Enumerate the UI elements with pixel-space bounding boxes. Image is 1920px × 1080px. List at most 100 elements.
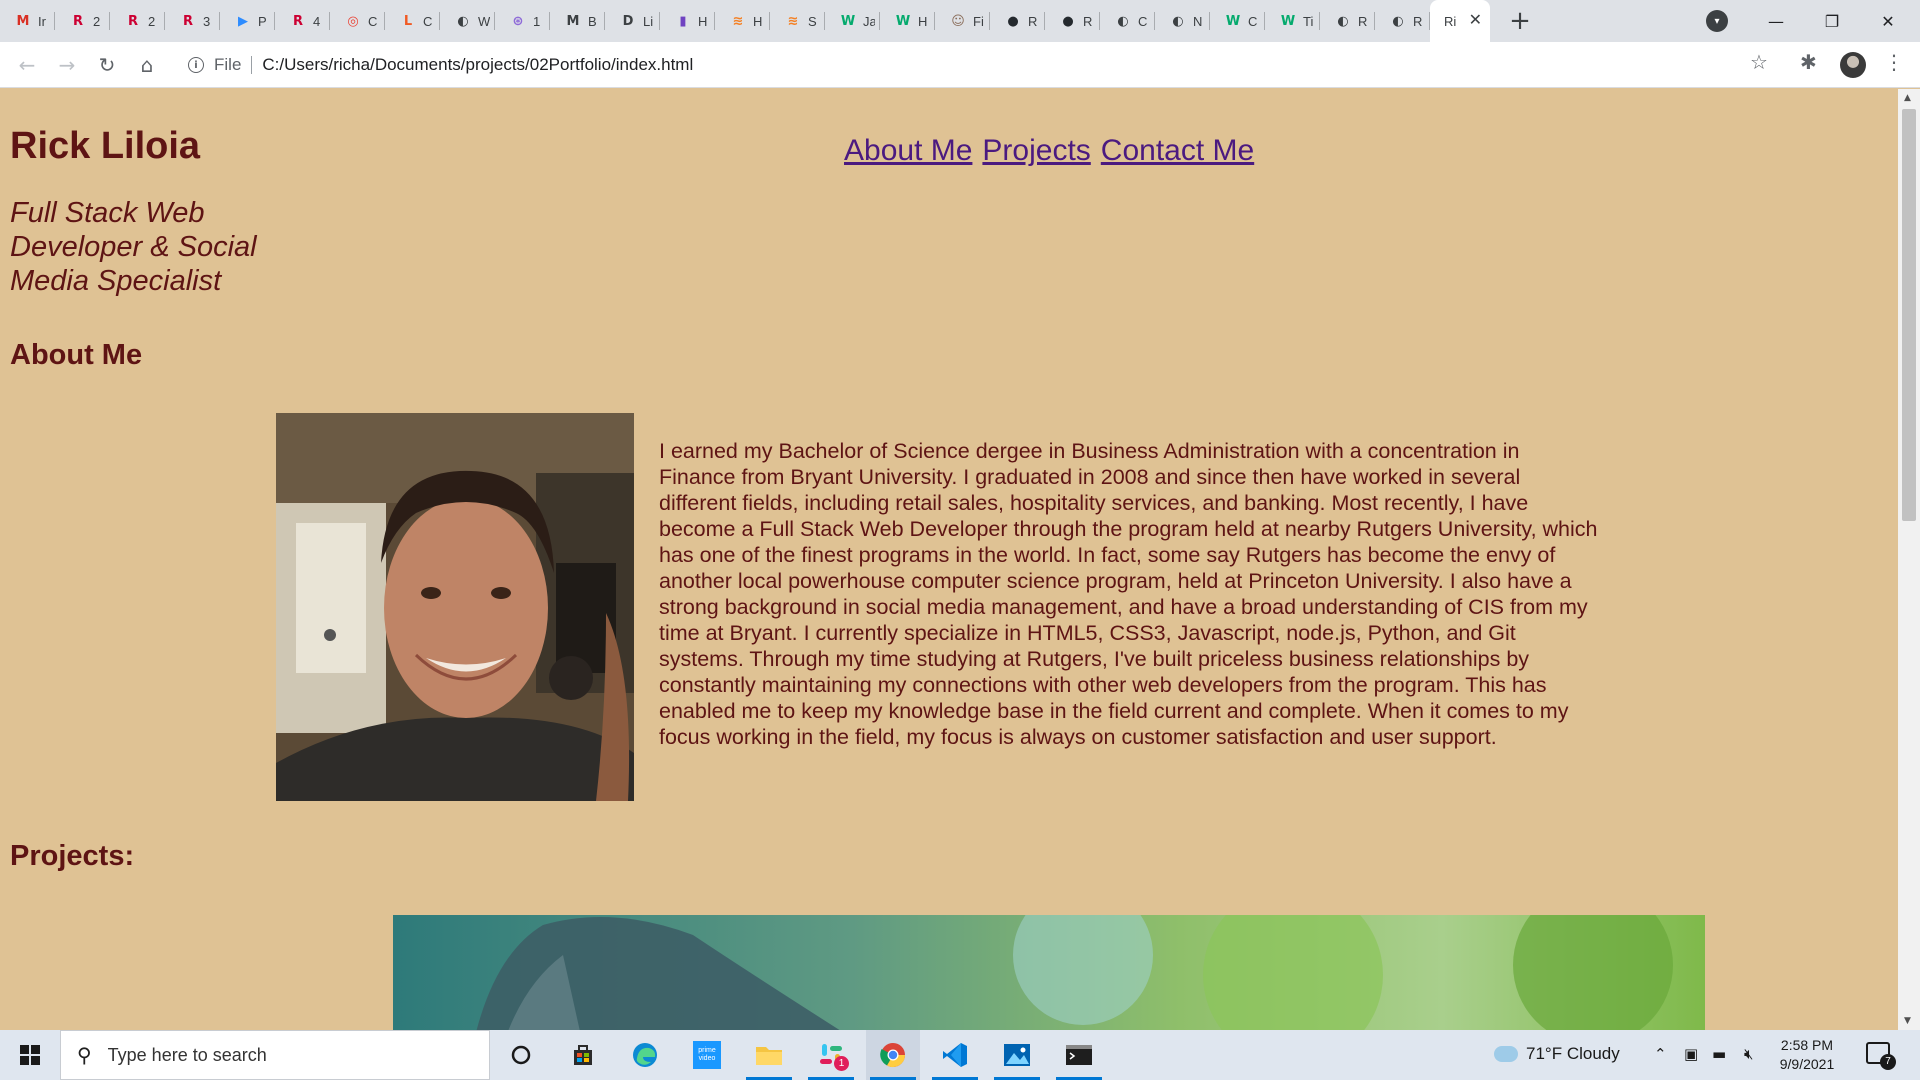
taskbar-search[interactable]: ⚲ Type here to search xyxy=(60,1030,490,1080)
swirl-icon: ⊛ xyxy=(512,13,524,29)
file-explorer-icon[interactable] xyxy=(742,1030,796,1080)
store-icon[interactable] xyxy=(556,1030,610,1080)
tab[interactable]: ◐ C xyxy=(1100,0,1155,42)
tab-title: Ti xyxy=(1303,13,1314,29)
tab[interactable]: ≋ H xyxy=(715,0,770,42)
back-icon[interactable]: ← xyxy=(12,50,42,80)
weather-widget[interactable]: 71°F Cloudy xyxy=(1494,1044,1620,1064)
nav-about-link[interactable]: About Me xyxy=(844,134,972,168)
minimize-icon[interactable]: — xyxy=(1748,0,1804,42)
nav-contact-link[interactable]: Contact Me xyxy=(1101,134,1254,168)
tab-title: Ja xyxy=(863,13,875,29)
system-clock[interactable]: 2:58 PM 9/9/2021 xyxy=(1772,1036,1842,1074)
search-icon: ⚲ xyxy=(77,1043,92,1067)
start-button[interactable] xyxy=(0,1030,60,1080)
rutgers-icon: R xyxy=(182,13,193,29)
tab-title: H xyxy=(918,13,928,29)
projects-heading: Projects: xyxy=(10,840,135,872)
w3schools-icon: W xyxy=(895,13,911,29)
scroll-down-icon[interactable]: ▼ xyxy=(1904,1016,1911,1026)
tab[interactable]: ● R xyxy=(1045,0,1100,42)
chrome-icon[interactable] xyxy=(866,1030,920,1080)
close-tab-icon[interactable]: ✕ xyxy=(1469,12,1482,30)
scroll-thumb[interactable] xyxy=(1902,109,1916,521)
tab[interactable]: ◐ W xyxy=(440,0,495,42)
tab-title: Li xyxy=(643,13,654,29)
rutgers-icon: R xyxy=(72,13,83,29)
edge-icon[interactable] xyxy=(618,1030,672,1080)
device-icon[interactable]: ▣ xyxy=(1684,1045,1698,1063)
tab-title: 1 xyxy=(533,13,541,29)
chevron-up-icon[interactable]: ⌃ xyxy=(1654,1045,1667,1063)
tab[interactable]: ▮ H xyxy=(660,0,715,42)
tab-title: N xyxy=(1193,13,1203,29)
taskbar: ⚲ Type here to search prime video 1 71°F… xyxy=(0,1030,1920,1080)
menu-icon[interactable]: ⋮ xyxy=(1884,50,1904,74)
tab[interactable]: ≋ S xyxy=(770,0,825,42)
tab[interactable]: M Ir xyxy=(0,0,55,42)
close-window-icon[interactable]: ✕ xyxy=(1860,0,1916,42)
scroll-up-icon[interactable]: ▲ xyxy=(1904,93,1911,103)
photos-icon[interactable] xyxy=(990,1030,1044,1080)
volume-muted-icon[interactable]: 🔇︎ xyxy=(1744,1045,1753,1063)
tab-title: C xyxy=(1248,13,1258,29)
tab[interactable]: ⊛ 1 xyxy=(495,0,550,42)
tab[interactable]: ☺ Fi xyxy=(935,0,990,42)
tab[interactable]: ● R xyxy=(990,0,1045,42)
home-icon[interactable]: ⌂ xyxy=(132,50,162,80)
tab[interactable]: W Ja xyxy=(825,0,880,42)
tab[interactable]: R2 xyxy=(110,0,165,42)
tab-title: B xyxy=(588,13,597,29)
site-subtitle: Full Stack Web Developer & Social Media … xyxy=(10,197,257,297)
clock-time: 2:58 PM xyxy=(1780,1037,1834,1053)
tab[interactable]: ◎ C xyxy=(330,0,385,42)
url-text[interactable]: C:/Users/richa/Documents/projects/02Port… xyxy=(262,55,693,75)
tab[interactable]: ▶ P xyxy=(220,0,275,42)
about-paragraph: I earned my Bachelor of Science dergee i… xyxy=(659,439,1598,749)
prime-video-icon[interactable]: prime video xyxy=(680,1030,734,1080)
tab[interactable]: D Li xyxy=(605,0,660,42)
tab-title: 2 xyxy=(148,13,156,29)
terminal-icon[interactable] xyxy=(1052,1030,1106,1080)
tab[interactable]: R3 xyxy=(165,0,220,42)
tab[interactable]: ◐ R xyxy=(1375,0,1430,42)
bookmark-star-icon[interactable]: ☆ xyxy=(1750,50,1768,74)
tab-title: R xyxy=(1083,13,1093,29)
tab[interactable]: R2 xyxy=(55,0,110,42)
profile-avatar[interactable] xyxy=(1840,52,1866,78)
info-icon[interactable]: i xyxy=(188,57,204,73)
tab[interactable]: ◐ R xyxy=(1320,0,1375,42)
globe-icon: ◐ xyxy=(1392,13,1404,29)
slack-icon[interactable]: 1 xyxy=(804,1030,858,1080)
tab[interactable]: WC xyxy=(1210,0,1265,42)
tab[interactable]: LC xyxy=(385,0,440,42)
tab[interactable]: R4 xyxy=(275,0,330,42)
forward-icon[interactable]: → xyxy=(52,50,82,80)
tab-title: R xyxy=(1413,13,1423,29)
reload-icon[interactable]: ↻ xyxy=(92,50,122,80)
project-image[interactable] xyxy=(393,915,1705,1030)
tab[interactable]: MB xyxy=(550,0,605,42)
tab-title: C xyxy=(368,13,378,29)
battery-icon[interactable]: ▬ xyxy=(1712,1045,1726,1063)
cortana-icon[interactable] xyxy=(494,1030,548,1080)
extensions-icon[interactable]: ✱ xyxy=(1800,50,1817,74)
globe-icon: ◐ xyxy=(1172,13,1184,29)
rutgers-icon: R xyxy=(127,13,138,29)
page-content: Rick Liloia Full Stack Web Developer & S… xyxy=(0,89,1898,1030)
restore-icon[interactable]: ❐ xyxy=(1804,0,1860,42)
github-icon: ● xyxy=(1007,13,1019,29)
tab-title: 4 xyxy=(313,13,321,29)
tab[interactable]: WH xyxy=(880,0,935,42)
rutgers-icon: R xyxy=(292,13,303,29)
tab-search-icon[interactable]: ▾ xyxy=(1706,10,1728,32)
tab-active[interactable]: Ri ✕ xyxy=(1430,0,1490,42)
vscode-icon[interactable] xyxy=(928,1030,982,1080)
page-scrollbar[interactable]: ▲ ▼ xyxy=(1898,89,1920,1030)
new-tab-button[interactable]: + xyxy=(1502,3,1538,39)
tab-title: Ri xyxy=(1444,13,1457,29)
tab[interactable]: W Ti xyxy=(1265,0,1320,42)
nav-projects-link[interactable]: Projects xyxy=(982,134,1090,168)
address-bar[interactable]: i File C:/Users/richa/Documents/projects… xyxy=(176,49,1766,81)
tab[interactable]: ◐ N xyxy=(1155,0,1210,42)
